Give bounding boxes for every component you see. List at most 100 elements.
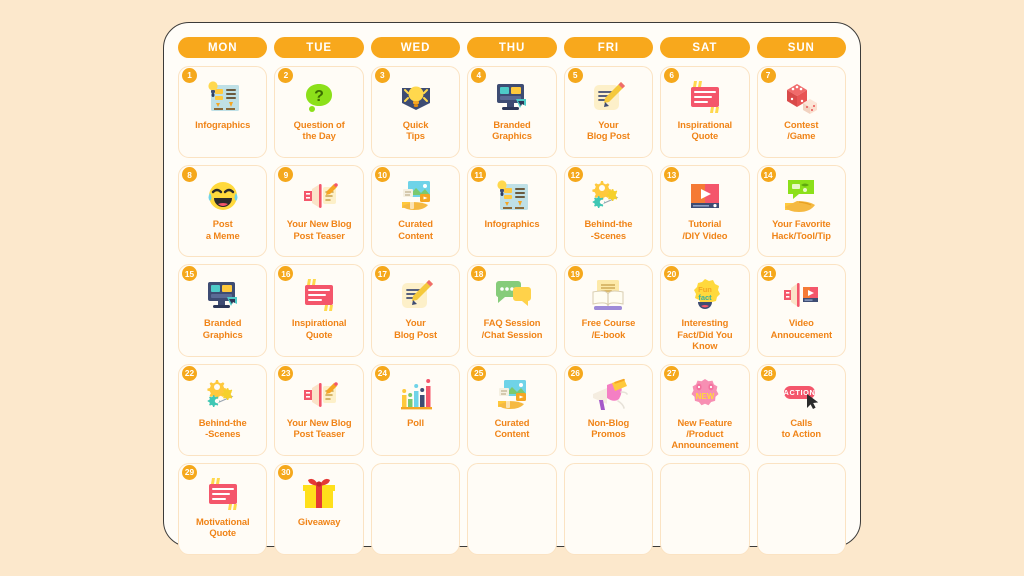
calendar-cell-label: Your Blog Post: [394, 317, 437, 340]
day-number-badge: 14: [760, 167, 776, 183]
calendar-cell-label: Interesting Fact/Did You Know: [677, 317, 733, 352]
calendar-cell-label: Branded Graphics: [202, 317, 243, 340]
action-button-cursor-icon: ACTION: [780, 375, 822, 415]
calendar-cell[interactable]: 24 Poll: [370, 363, 461, 456]
chat-bubbles-icon: [491, 275, 533, 315]
calendar-cell-label: FAQ Session /Chat Session: [481, 317, 543, 340]
promo-megaphone-icon: [587, 375, 629, 415]
day-number-badge: 28: [760, 365, 776, 381]
quote-card-icon: [298, 275, 340, 315]
day-number-badge: 18: [471, 266, 487, 282]
calendar-cell-label: Infographics: [195, 119, 251, 130]
day-number-badge: 9: [278, 167, 294, 183]
day-number-badge: 22: [182, 365, 197, 381]
day-number-badge: 2: [278, 68, 294, 83]
weekday-header-row: MON TUE WED THU FRI SAT SUN: [178, 37, 846, 58]
calendar-cell-empty[interactable]: [370, 462, 461, 556]
calendar-cell[interactable]: 3 Quick Tips: [370, 66, 461, 159]
calendar-cell-label: Post a Meme: [205, 218, 240, 241]
calendar-cell[interactable]: 16 Inspirational Quote: [274, 264, 364, 357]
day-number-badge: 20: [664, 266, 680, 282]
calendar-cell-label: Your New Blog Post Teaser: [286, 416, 352, 440]
day-number-badge: 11: [471, 167, 487, 183]
note-pencil-icon: [587, 77, 629, 117]
svg-text:fact: fact: [698, 293, 712, 302]
calendar-cell[interactable]: 7 Contest /Game: [756, 66, 846, 159]
calendar-cell-empty[interactable]: [467, 462, 557, 556]
laughing-emoji-icon: [202, 176, 244, 216]
calendar-cell-label: Your Favorite Hack/Tool/Tip: [771, 218, 831, 241]
day-number-badge: 7: [760, 68, 776, 83]
calendar-cell[interactable]: 17 Your Blog Post: [370, 264, 461, 357]
calendar-cell[interactable]: 6 Inspirational Quote: [660, 66, 750, 159]
calendar-cell-label: Inspirational Quote: [677, 119, 733, 142]
new-badge-icon: NEW: [684, 375, 726, 415]
calendar-cell[interactable]: 4 Branded Graphics: [467, 66, 557, 159]
calendar-cell[interactable]: 30 Giveaway: [274, 462, 364, 556]
calendar-cell-label: Behind-the -Scenes: [198, 416, 247, 440]
calendar-cell[interactable]: 27 NEW New Feature /Product Announcement: [660, 363, 750, 456]
day-number-badge: 26: [567, 365, 583, 381]
calendar-cell-label: Contest /Game: [784, 119, 819, 142]
day-number-badge: 15: [182, 266, 197, 282]
fun-fact-badge-icon: Fun fact: [684, 275, 726, 315]
calendar-cell[interactable]: 1 Infographics: [178, 66, 268, 159]
quote-card-icon: [202, 474, 244, 514]
calendar-cell[interactable]: 11 Infographics: [467, 165, 557, 258]
calendar-cell-label: Giveaway: [297, 515, 341, 527]
calendar-cell[interactable]: 15 Branded Graphics: [178, 264, 268, 357]
weekday-pill-tue: TUE: [274, 37, 364, 58]
day-number-badge: 27: [664, 365, 680, 381]
calendar-cell-label: Curated Content: [494, 416, 530, 440]
calendar-cell[interactable]: 19 Free Course /E-book: [563, 264, 654, 357]
svg-text:ACTION: ACTION: [784, 388, 816, 397]
calendar-cell[interactable]: 21 Video Annoucement: [756, 264, 846, 357]
calendar-cell[interactable]: 12 Behind-the -Scenes: [563, 165, 654, 258]
calendar-cell[interactable]: 18 FAQ Session /Chat Session: [467, 264, 557, 357]
calendar-cell-empty[interactable]: [563, 462, 654, 556]
day-number-badge: 21: [760, 266, 776, 282]
day-number-badge: 25: [471, 365, 487, 381]
day-number-badge: 12: [567, 167, 583, 183]
lightbulb-banner-icon: [395, 77, 437, 117]
day-number-badge: 8: [182, 167, 197, 183]
day-number-badge: 5: [567, 68, 583, 83]
calendar-cell[interactable]: 20 Fun fact Interesting Fact/Did You Kno…: [660, 264, 750, 357]
calendar-panel: MON TUE WED THU FRI SAT SUN 1 Infographics 2 ? …: [163, 22, 861, 556]
calendar-cell-label: Motivational Quote: [195, 515, 250, 539]
calendar-cell[interactable]: 2 ? Question of the Day: [274, 66, 364, 159]
svg-text:?: ?: [314, 88, 324, 105]
calendar-cell[interactable]: 23 Your New Blog Post Teaser: [274, 363, 364, 456]
calendar-cell[interactable]: 13 Tutorial /DIY Video: [660, 165, 750, 258]
calendar-cell[interactable]: 26 Non-Blog Promos: [563, 363, 654, 456]
gears-network-icon: [587, 176, 629, 216]
calendar-cell[interactable]: 14 Your Favorite Hack/Tool/Tip: [756, 165, 846, 258]
calendar-cell-label: Behind-the -Scenes: [584, 218, 633, 241]
day-number-badge: 30: [278, 464, 294, 480]
calendar-cell[interactable]: 29 Motivational Quote: [178, 462, 268, 556]
calendar-cell[interactable]: 25 Curated Content: [467, 363, 557, 456]
calendar-cell[interactable]: 10 Curated Content: [370, 165, 461, 258]
calendar-cell[interactable]: 9 Your New Blog Post Teaser: [274, 165, 364, 258]
calendar-cell[interactable]: 22 Behind-the -Scenes: [178, 363, 268, 456]
content-calendar-screen: MON TUE WED THU FRI SAT SUN 1 Infographics 2 ? …: [0, 0, 1024, 576]
desktop-monitor-icon: [491, 77, 533, 117]
hand-media-icon: [395, 176, 437, 216]
question-bubble-icon: ?: [298, 77, 340, 117]
calendar-cell-label: Your Blog Post: [586, 119, 630, 142]
weekday-pill-wed: WED: [370, 37, 461, 58]
calendar-cell-empty[interactable]: [756, 462, 846, 556]
day-number-badge: 10: [374, 167, 390, 183]
day-number-badge: 3: [374, 68, 390, 83]
svg-text:NEW: NEW: [696, 392, 715, 401]
calendar-cell-label: Question of the Day: [293, 119, 345, 142]
calendar-cell[interactable]: 8 Post a Meme: [178, 165, 268, 258]
weekday-pill-fri: FRI: [563, 37, 654, 58]
weekday-pill-sun: SUN: [756, 37, 846, 58]
calendar-cell-label: Calls to Action: [781, 416, 821, 440]
dice-pair-icon: [780, 77, 822, 117]
calendar-cell[interactable]: 5 Your Blog Post: [563, 66, 654, 159]
calendar-cell-empty[interactable]: [660, 462, 750, 556]
calendar-cell-label: Branded Graphics: [492, 119, 532, 142]
calendar-cell[interactable]: 28 ACTION Calls to Action: [756, 363, 846, 456]
